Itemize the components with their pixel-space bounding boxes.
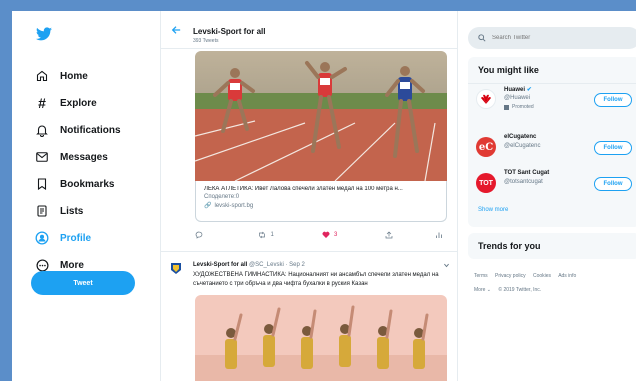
suggestion-handle: @totsantcugat <box>504 179 543 185</box>
promoted-icon <box>504 104 509 110</box>
trends-title[interactable]: Trends for you <box>468 233 636 259</box>
footer-more[interactable]: More ⌄ <box>474 287 491 293</box>
promoted-label: Promoted <box>504 104 534 110</box>
timeline-column: Levski-Sport for all 393 Tweets ЛЕКА АТЛ… <box>160 11 458 381</box>
tweet-button[interactable]: Tweet <box>31 271 135 295</box>
nav-lists-label: Lists <box>60 205 84 217</box>
envelope-icon <box>34 149 50 165</box>
nav-home[interactable]: Home <box>34 65 88 87</box>
nav-bookmarks-label: Bookmarks <box>60 178 115 190</box>
suggestion-huawei[interactable]: Huawei ✔ @Huawei Promoted Follow <box>468 81 636 117</box>
you-might-like-panel: You might like Huawei ✔ @Huawei Promoted… <box>468 57 636 227</box>
retweet-icon <box>259 231 266 239</box>
nav-bookmarks[interactable]: Bookmarks <box>34 173 114 195</box>
follow-button-elcugatenc[interactable]: Follow <box>594 141 632 155</box>
twitter-logo-icon[interactable] <box>36 27 52 41</box>
analytics-button[interactable] <box>435 229 447 241</box>
nav-explore[interactable]: # Explore <box>34 92 97 114</box>
suggestion-name: elCugatenc <box>504 134 537 140</box>
tweet-actions: 1 3 <box>195 229 447 241</box>
follow-button-huawei[interactable]: Follow <box>594 93 632 107</box>
share-button[interactable] <box>385 229 435 241</box>
suggestion-handle: @Huawei <box>504 95 531 101</box>
nav-explore-label: Explore <box>60 97 97 109</box>
nav-lists[interactable]: Lists <box>34 200 83 222</box>
chevron-down-icon[interactable] <box>443 262 450 269</box>
you-might-like-title: You might like <box>468 57 636 84</box>
left-sidebar: Home # Explore Notifications Messages Bo… <box>12 11 152 381</box>
bell-icon <box>34 122 50 138</box>
trends-panel: Trends for you <box>468 233 636 259</box>
search-box[interactable] <box>468 27 636 49</box>
suggestion-elcugatenc[interactable]: eC elCugatenc @elCugatenc Follow <box>468 129 636 165</box>
nav-home-label: Home <box>60 70 88 82</box>
search-input[interactable] <box>492 35 622 41</box>
nav-more-label: More <box>60 259 84 271</box>
footer-ads-info[interactable]: Ads info <box>558 273 576 279</box>
link-card-url: 🔗 levski-sport.bg <box>204 202 438 210</box>
link-card-title: ЛЕКА АТЛЕТИКА: Ивет Лалова спечели злате… <box>204 186 403 192</box>
tweet-count: 393 Tweets <box>193 38 219 44</box>
suggestion-handle: @elCugatenc <box>504 143 541 149</box>
promoted-text: Promoted <box>512 104 534 110</box>
suggestion-name: TOT Sant Cugat <box>504 170 550 176</box>
tweet-header: Levski-Sport for all @SC_Levski · Sep 2 <box>193 262 305 268</box>
footer-copyright: © 2019 Twitter, Inc. <box>498 287 542 293</box>
profile-header: Levski-Sport for all 393 Tweets <box>161 11 457 49</box>
follow-button-totsantcugat[interactable]: Follow <box>594 177 632 191</box>
footer-terms[interactable]: Terms <box>474 273 488 279</box>
nav-notifications[interactable]: Notifications <box>34 119 121 141</box>
tweet-photo-athletics[interactable] <box>195 51 447 181</box>
tweet-divider <box>161 251 457 252</box>
tweet-photo-gymnastics[interactable] <box>195 295 447 381</box>
levski-avatar[interactable] <box>169 261 183 275</box>
hashtag-icon: # <box>38 95 46 111</box>
analytics-icon <box>436 232 442 238</box>
tweet-meta: @SC_Levski · Sep 2 <box>249 262 305 268</box>
nav-messages[interactable]: Messages <box>34 146 108 168</box>
retweet-count: 1 <box>270 232 274 238</box>
page-title: Levski-Sport for all <box>193 27 266 36</box>
nav-messages-label: Messages <box>60 151 108 163</box>
list-icon <box>34 203 50 219</box>
suggestion-name: Huawei ✔ <box>504 86 532 93</box>
right-sidebar: You might like Huawei ✔ @Huawei Promoted… <box>466 11 636 381</box>
show-more-link[interactable]: Show more <box>478 207 508 213</box>
home-icon <box>34 68 50 84</box>
link-card-url-text: levski-sport.bg <box>214 202 254 209</box>
back-arrow-icon[interactable] <box>171 25 181 35</box>
reply-icon <box>195 231 203 239</box>
footer-meta: More ⌄ © 2019 Twitter, Inc. <box>474 287 547 293</box>
suggestion-totsantcugat[interactable]: TOT TOT Sant Cugat @totsantcugat Follow <box>468 165 636 201</box>
twitter-window: Home # Explore Notifications Messages Bo… <box>12 11 636 381</box>
tot-avatar: TOT <box>476 173 496 193</box>
share-icon <box>386 231 393 239</box>
like-count: 3 <box>333 232 338 238</box>
bookmark-icon <box>34 176 50 192</box>
profile-icon <box>34 230 50 246</box>
footer-cookies[interactable]: Cookies <box>533 273 551 279</box>
tweet-text: ХУДОЖЕСТВЕНА ГИМНАСТИКА: Националният ни… <box>193 272 439 287</box>
footer-links: Terms Privacy policy Cookies Ads info <box>474 273 582 279</box>
retweet-button[interactable]: 1 <box>258 229 321 241</box>
heart-icon <box>322 231 330 238</box>
like-button[interactable]: 3 <box>322 229 385 241</box>
link-card-description: Споделете:0 <box>204 194 240 200</box>
huawei-name: Huawei <box>504 87 526 93</box>
elcugatenc-avatar: eC <box>476 137 496 157</box>
nav-profile-label: Profile <box>60 232 92 244</box>
footer-privacy[interactable]: Privacy policy <box>495 273 526 279</box>
search-icon <box>478 34 486 42</box>
verified-badge-icon: ✔ <box>526 87 532 93</box>
link-icon: 🔗 <box>204 203 212 209</box>
huawei-avatar <box>476 89 496 109</box>
nav-profile[interactable]: Profile <box>34 227 91 249</box>
link-card[interactable]: ЛЕКА АТЛЕТИКА: Ивет Лалова спечели злате… <box>195 181 447 222</box>
nav-notifications-label: Notifications <box>60 124 121 136</box>
reply-button[interactable] <box>195 229 258 241</box>
tweet-author-name[interactable]: Levski-Sport for all <box>193 262 247 268</box>
